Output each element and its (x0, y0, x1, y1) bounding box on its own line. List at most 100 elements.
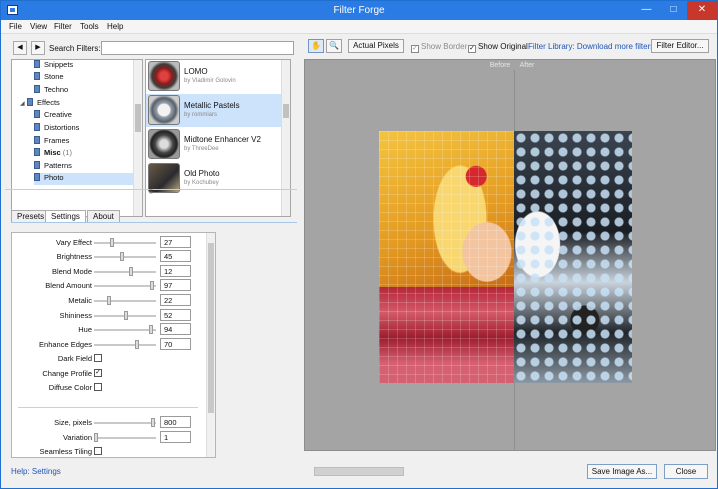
value-field[interactable]: 1 (160, 431, 191, 443)
show-border-checkbox[interactable]: ✓ Show Border (411, 42, 467, 53)
menu-tools[interactable]: Tools (80, 22, 99, 31)
setting-vary-effect: Vary Effect 27 (12, 236, 212, 250)
filter-item-midtone-enhancer[interactable]: Midtone Enhancer V2 by ThreeDee (146, 128, 282, 161)
slider-track[interactable] (94, 329, 156, 331)
scroll-thumb[interactable] (283, 104, 289, 118)
slider-knob[interactable] (106, 296, 111, 305)
slider-track[interactable] (94, 256, 156, 258)
slider-track[interactable] (94, 300, 156, 302)
maximize-button[interactable]: □ (660, 1, 687, 20)
filter-library-link[interactable]: Filter Library: Download more filters (528, 42, 654, 51)
slider-track[interactable] (94, 242, 156, 244)
setting-label: Blend Amount (45, 281, 92, 290)
save-image-button[interactable]: Save Image As... (587, 464, 657, 479)
settings-scrollbar[interactable] (206, 233, 215, 457)
forward-button[interactable]: ▶ (31, 41, 45, 55)
value-field[interactable]: 12 (160, 265, 191, 277)
slider-track[interactable] (94, 285, 156, 287)
value-field[interactable]: 94 (160, 323, 191, 335)
actual-pixels-button[interactable]: Actual Pixels (348, 39, 404, 53)
setting-label: Size, pixels (54, 418, 92, 427)
slider-knob[interactable] (128, 267, 133, 276)
slider-knob[interactable] (94, 433, 98, 442)
setting-hue: Hue 94 (12, 323, 212, 337)
setting-label: Variation (62, 433, 92, 442)
tree-item-frames[interactable]: Frames (34, 136, 69, 148)
setting-enhance-edges: Enhance Edges 70 (12, 338, 212, 352)
tree-item-effects[interactable]: ◢ Effects (20, 98, 60, 110)
tab-divider (11, 222, 297, 223)
dark-field-checkbox[interactable] (94, 354, 102, 362)
slider-knob[interactable] (120, 252, 125, 261)
filter-author: by Vladimir Golovin (184, 78, 236, 84)
back-button[interactable]: ◀ (13, 41, 27, 55)
value-field[interactable]: 800 (160, 416, 191, 428)
tree-item-photo[interactable]: Photo (34, 173, 134, 185)
scroll-thumb[interactable] (135, 104, 141, 132)
zoom-tool-icon[interactable]: 🔍 (326, 39, 342, 53)
seamless-tiling-checkbox[interactable] (94, 447, 102, 455)
before-label[interactable]: Before (486, 61, 514, 71)
tree-item-techno[interactable]: Techno (34, 85, 68, 97)
preview-canvas[interactable]: Before After (304, 59, 716, 451)
diffuse-color-checkbox[interactable] (94, 383, 102, 391)
slider-knob[interactable] (150, 281, 155, 290)
settings-panel: Vary Effect 27 Brightness 45 Blend Mode … (11, 232, 216, 458)
scroll-thumb[interactable] (208, 243, 214, 413)
slider-knob[interactable] (109, 238, 114, 247)
value-field[interactable]: 22 (160, 294, 191, 306)
filter-author: by Kochubey (184, 180, 219, 186)
show-original-checkbox[interactable]: ✓ Show Original (468, 42, 528, 53)
value-field[interactable]: 45 (160, 250, 191, 262)
filter-name: LOMO (184, 67, 208, 76)
value-field[interactable]: 52 (160, 309, 191, 321)
hand-tool-icon[interactable]: ✋ (308, 39, 324, 53)
tree-item-snippets[interactable]: Snippets (34, 60, 73, 72)
after-label[interactable]: After (516, 61, 538, 71)
filter-name: Old Photo (184, 169, 220, 178)
search-input[interactable] (101, 41, 294, 55)
filter-item-metallic-pastels[interactable]: Metallic Pastels by rommiars (146, 94, 282, 127)
panel-splitter[interactable]: ⠿ (5, 189, 297, 196)
menu-view[interactable]: View (30, 22, 47, 31)
setting-diffuse-color: Diffuse Color (12, 381, 212, 395)
slider-knob[interactable] (148, 325, 153, 334)
value-field[interactable]: 70 (160, 338, 191, 350)
expand-arrow-icon[interactable]: ◢ (20, 100, 27, 107)
tree-item-creative[interactable]: Creative (34, 110, 72, 122)
setting-label: Enhance Edges (39, 340, 92, 349)
minimize-button[interactable]: — (633, 1, 660, 20)
close-button[interactable]: Close (664, 464, 708, 479)
setting-change-profile: Change Profile ✓ (12, 367, 212, 381)
slider-knob[interactable] (150, 418, 155, 427)
menu-file[interactable]: File (9, 22, 22, 31)
tree-item-patterns[interactable]: Patterns (34, 161, 72, 173)
filter-editor-button[interactable]: Filter Editor... (651, 39, 709, 53)
slider-track[interactable] (94, 422, 156, 424)
setting-label: Seamless Tiling (39, 447, 92, 456)
slider-knob[interactable] (124, 311, 129, 320)
slider-track[interactable] (94, 271, 156, 273)
setting-label: Diffuse Color (48, 383, 92, 392)
tree-item-distortions[interactable]: Distortions (34, 123, 79, 135)
slider-knob[interactable] (134, 340, 139, 349)
filter-item-lomo[interactable]: LOMO by Vladimir Golovin (146, 60, 282, 93)
close-window-button[interactable]: ✕ (687, 1, 717, 20)
slider-track[interactable] (94, 344, 156, 346)
slider-track[interactable] (94, 437, 156, 439)
tree-item-misc[interactable]: Misc (1) (34, 148, 72, 160)
menu-help[interactable]: Help (107, 22, 123, 31)
filter-author: by rommiars (184, 112, 218, 118)
book-icon (34, 173, 40, 181)
menu-filter[interactable]: Filter (54, 22, 72, 31)
title-bar[interactable]: Filter Forge — □ ✕ (1, 1, 717, 20)
value-field[interactable]: 27 (160, 236, 191, 248)
value-field[interactable]: 97 (160, 279, 191, 291)
help-settings-link[interactable]: Help: Settings (11, 467, 61, 476)
tree-item-stone[interactable]: Stone (34, 72, 64, 84)
change-profile-checkbox[interactable]: ✓ (94, 369, 102, 377)
book-icon (34, 123, 40, 131)
vertical-splitter[interactable] (298, 35, 302, 485)
setting-blend-mode: Blend Mode 12 (12, 265, 212, 279)
setting-label: Hue (78, 325, 92, 334)
